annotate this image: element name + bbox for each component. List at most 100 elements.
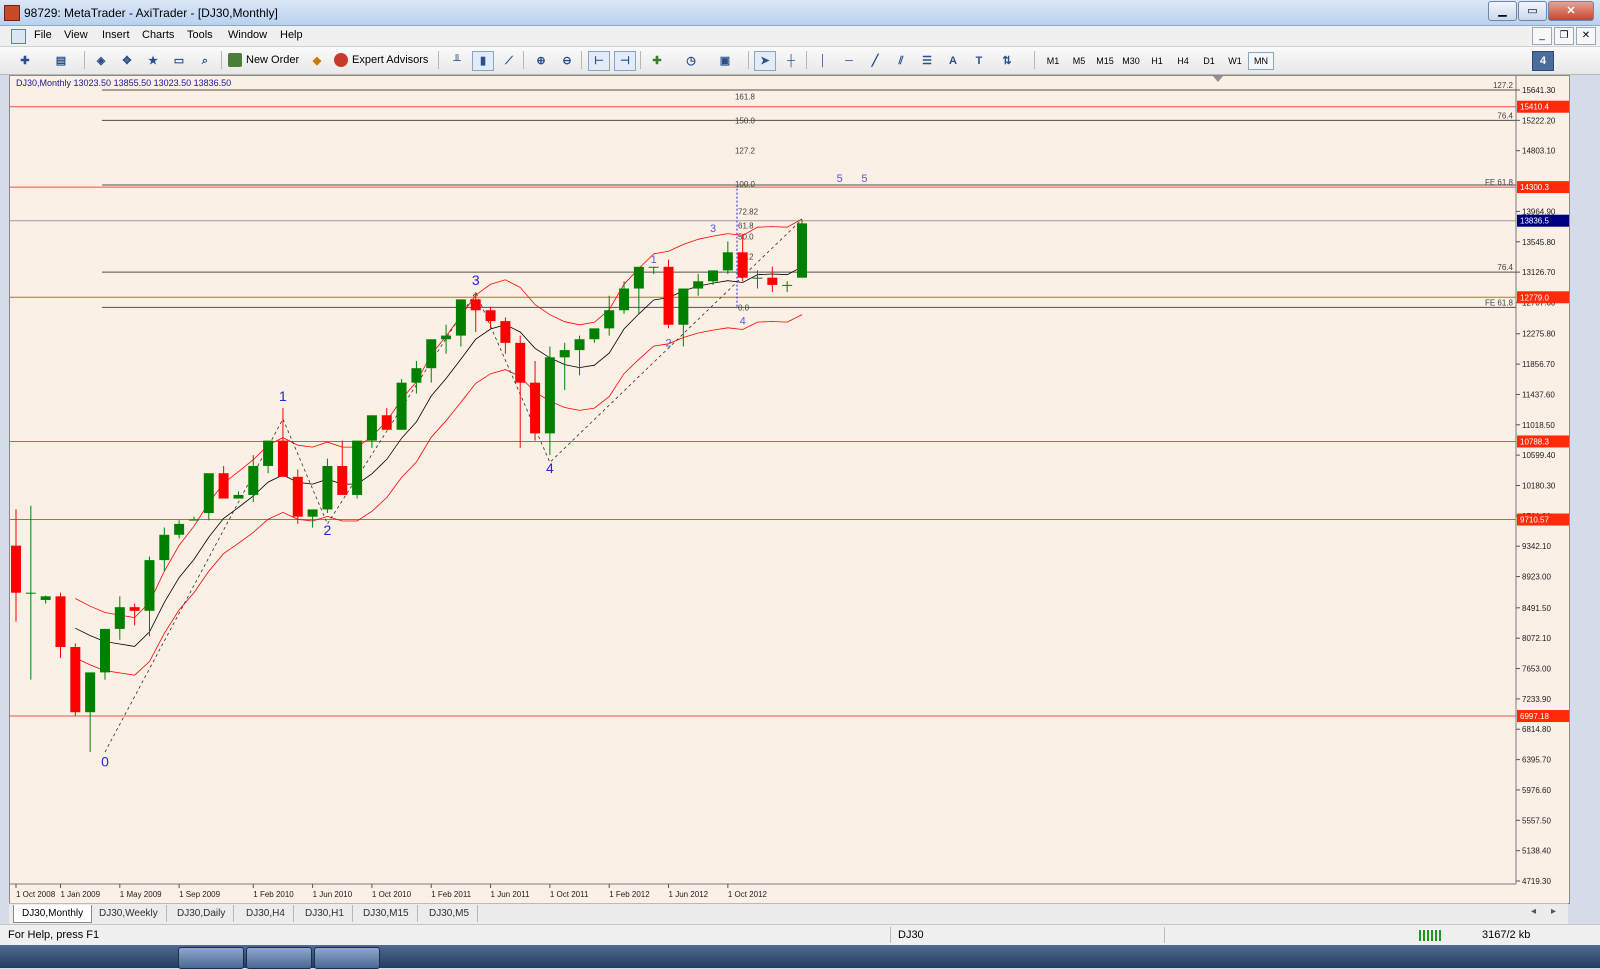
chart-close-button[interactable]: ✕ bbox=[1576, 27, 1596, 45]
tab-dj30-h4[interactable]: DJ30,H4 bbox=[238, 905, 294, 922]
market-watch-icon[interactable]: ◈ bbox=[90, 51, 112, 71]
crosshair-icon[interactable]: ┼ bbox=[780, 51, 802, 71]
x-axis-tick-label: 1 Jun 2011 bbox=[491, 890, 531, 899]
x-axis-tick-label: 1 Oct 2010 bbox=[372, 890, 412, 899]
price-label: 9710.57 bbox=[1520, 516, 1549, 525]
timeframe-h1[interactable]: H1 bbox=[1144, 52, 1170, 70]
candle-body bbox=[292, 476, 303, 517]
fibonacci-retracement-icon[interactable]: ☰ bbox=[916, 51, 938, 71]
menu-help[interactable]: Help bbox=[280, 29, 303, 41]
x-axis-tick-label: 1 Jan 2009 bbox=[60, 890, 100, 899]
timeframe-w1[interactable]: W1 bbox=[1222, 52, 1248, 70]
chart-window[interactable]: DJ30,Monthly 13023.50 13855.50 13023.50 … bbox=[9, 75, 1570, 904]
tab-scroll-right-icon[interactable]: ▸ bbox=[1551, 906, 1556, 917]
templates-icon[interactable]: ▣ bbox=[714, 51, 736, 71]
profiles-icon[interactable]: ▤ bbox=[50, 51, 72, 71]
minimize-button[interactable]: ▁ bbox=[1488, 1, 1517, 21]
tab-dj30-monthly[interactable]: DJ30,Monthly bbox=[13, 905, 93, 923]
menu-file[interactable]: File bbox=[34, 29, 52, 41]
metaeditor-icon[interactable]: ◆ bbox=[306, 51, 328, 71]
tab-dj30-m5[interactable]: DJ30,M5 bbox=[421, 905, 479, 922]
cursor-icon[interactable]: ➤ bbox=[754, 51, 776, 71]
fibonacci-level-label: 0.0 bbox=[738, 303, 750, 312]
chart-window-icon[interactable] bbox=[11, 29, 26, 44]
menu-insert[interactable]: Insert bbox=[102, 29, 130, 41]
y-axis-tick-label: 11018.50 bbox=[1522, 421, 1555, 430]
y-axis-tick-label: 15222.20 bbox=[1522, 116, 1556, 125]
timeframe-m15[interactable]: M15 bbox=[1092, 52, 1118, 70]
text-label-icon[interactable]: T bbox=[968, 51, 990, 71]
expert-advisors-icon bbox=[334, 53, 348, 67]
terminal-icon[interactable]: ★ bbox=[142, 51, 164, 71]
window-title: 98729: MetaTrader - AxiTrader - [DJ30,Mo… bbox=[24, 6, 278, 20]
trendline-icon[interactable]: ╱ bbox=[864, 51, 886, 71]
y-axis-tick-label: 5138.40 bbox=[1522, 847, 1551, 856]
timeframe-mn[interactable]: MN bbox=[1248, 52, 1274, 70]
candle-body bbox=[114, 607, 125, 629]
data-window-icon[interactable]: ▭ bbox=[168, 51, 190, 71]
price-label: 12779.0 bbox=[1520, 293, 1549, 302]
timeframe-m5[interactable]: M5 bbox=[1066, 52, 1092, 70]
candle-body bbox=[426, 339, 437, 369]
menu-view[interactable]: View bbox=[64, 29, 88, 41]
arrows-icon[interactable]: ⇅ bbox=[996, 51, 1018, 71]
chart-minimize-button[interactable]: _ bbox=[1532, 27, 1552, 45]
connection-status-icon[interactable] bbox=[1419, 930, 1443, 941]
tab-dj30-h1[interactable]: DJ30,H1 bbox=[297, 905, 353, 922]
strategy-tester-icon[interactable]: ⌕ bbox=[194, 51, 216, 71]
timeframe-h4[interactable]: H4 bbox=[1170, 52, 1196, 70]
chart-info-label: DJ30,Monthly 13023.50 13855.50 13023.50 … bbox=[16, 78, 231, 88]
vertical-line-icon[interactable]: │ bbox=[812, 51, 834, 71]
new-order-icon bbox=[228, 53, 242, 67]
new-order-button[interactable]: New Order bbox=[226, 51, 299, 69]
new-chart-icon[interactable]: ✚ bbox=[14, 51, 36, 71]
equidistant-channel-icon[interactable]: ⫽ bbox=[890, 51, 912, 71]
corner-window-icon[interactable]: 4 bbox=[1532, 51, 1554, 71]
candle-body bbox=[55, 596, 66, 648]
envelope-lower-line bbox=[75, 314, 803, 676]
y-axis-tick-label: 11856.70 bbox=[1522, 360, 1555, 369]
indicators-icon[interactable]: ✚ bbox=[646, 51, 668, 71]
tab-dj30-daily[interactable]: DJ30,Daily bbox=[169, 905, 235, 922]
taskbar-button-3[interactable] bbox=[314, 947, 380, 969]
price-label: 6997.18 bbox=[1520, 712, 1549, 721]
line-chart-icon[interactable]: ⟋ bbox=[498, 51, 520, 71]
timeframe-m30[interactable]: M30 bbox=[1118, 52, 1144, 70]
x-axis-tick-label: 1 Feb 2012 bbox=[609, 890, 650, 899]
chart-shift-icon[interactable]: ⊣ bbox=[614, 51, 636, 71]
candle-body bbox=[129, 607, 140, 611]
x-axis-tick-label: 1 Feb 2011 bbox=[431, 890, 471, 899]
chart-window-controls: _ ❐ ✕ bbox=[1530, 27, 1596, 45]
timeframe-m1[interactable]: M1 bbox=[1040, 52, 1066, 70]
zoom-in-icon[interactable]: ⊕ bbox=[530, 51, 552, 71]
menu-charts[interactable]: Charts bbox=[142, 29, 174, 41]
candle-body bbox=[70, 647, 81, 713]
zoom-out-icon[interactable]: ⊖ bbox=[556, 51, 578, 71]
taskbar-button-1[interactable] bbox=[178, 947, 244, 969]
timeframe-d1[interactable]: D1 bbox=[1196, 52, 1222, 70]
bar-chart-icon[interactable]: ╨ bbox=[446, 51, 468, 71]
auto-scroll-icon[interactable]: ⊢ bbox=[588, 51, 610, 71]
text-tool-icon[interactable]: A bbox=[942, 51, 964, 71]
envelope-upper-line bbox=[75, 218, 803, 619]
candlestick-chart-icon[interactable]: ▮ bbox=[472, 51, 494, 71]
chart-restore-button[interactable]: ❐ bbox=[1554, 27, 1574, 45]
price-chart[interactable]: DJ30,Monthly 13023.50 13855.50 13023.50 … bbox=[10, 76, 1569, 903]
candle-body bbox=[441, 335, 452, 340]
wave-label: 3 bbox=[710, 223, 716, 235]
periods-icon[interactable]: ◷ bbox=[680, 51, 702, 71]
tab-dj30-weekly[interactable]: DJ30,Weekly bbox=[91, 905, 167, 922]
menu-window[interactable]: Window bbox=[228, 29, 267, 41]
tab-dj30-m15[interactable]: DJ30,M15 bbox=[355, 905, 418, 922]
expert-advisors-button[interactable]: Expert Advisors bbox=[332, 51, 428, 69]
horizontal-line-icon[interactable]: ─ bbox=[838, 51, 860, 71]
tab-scroll-left-icon[interactable]: ◂ bbox=[1531, 906, 1536, 917]
navigator-icon[interactable]: ✥ bbox=[116, 51, 138, 71]
menu-tools[interactable]: Tools bbox=[187, 29, 213, 41]
close-button[interactable]: ✕ bbox=[1548, 1, 1594, 21]
taskbar-button-2[interactable] bbox=[246, 947, 312, 969]
metatrader-app-icon[interactable] bbox=[4, 5, 20, 21]
maximize-button[interactable]: ▭ bbox=[1518, 1, 1547, 21]
candle-body bbox=[752, 277, 763, 279]
fibonacci-level-label: 61.8 bbox=[738, 222, 754, 231]
